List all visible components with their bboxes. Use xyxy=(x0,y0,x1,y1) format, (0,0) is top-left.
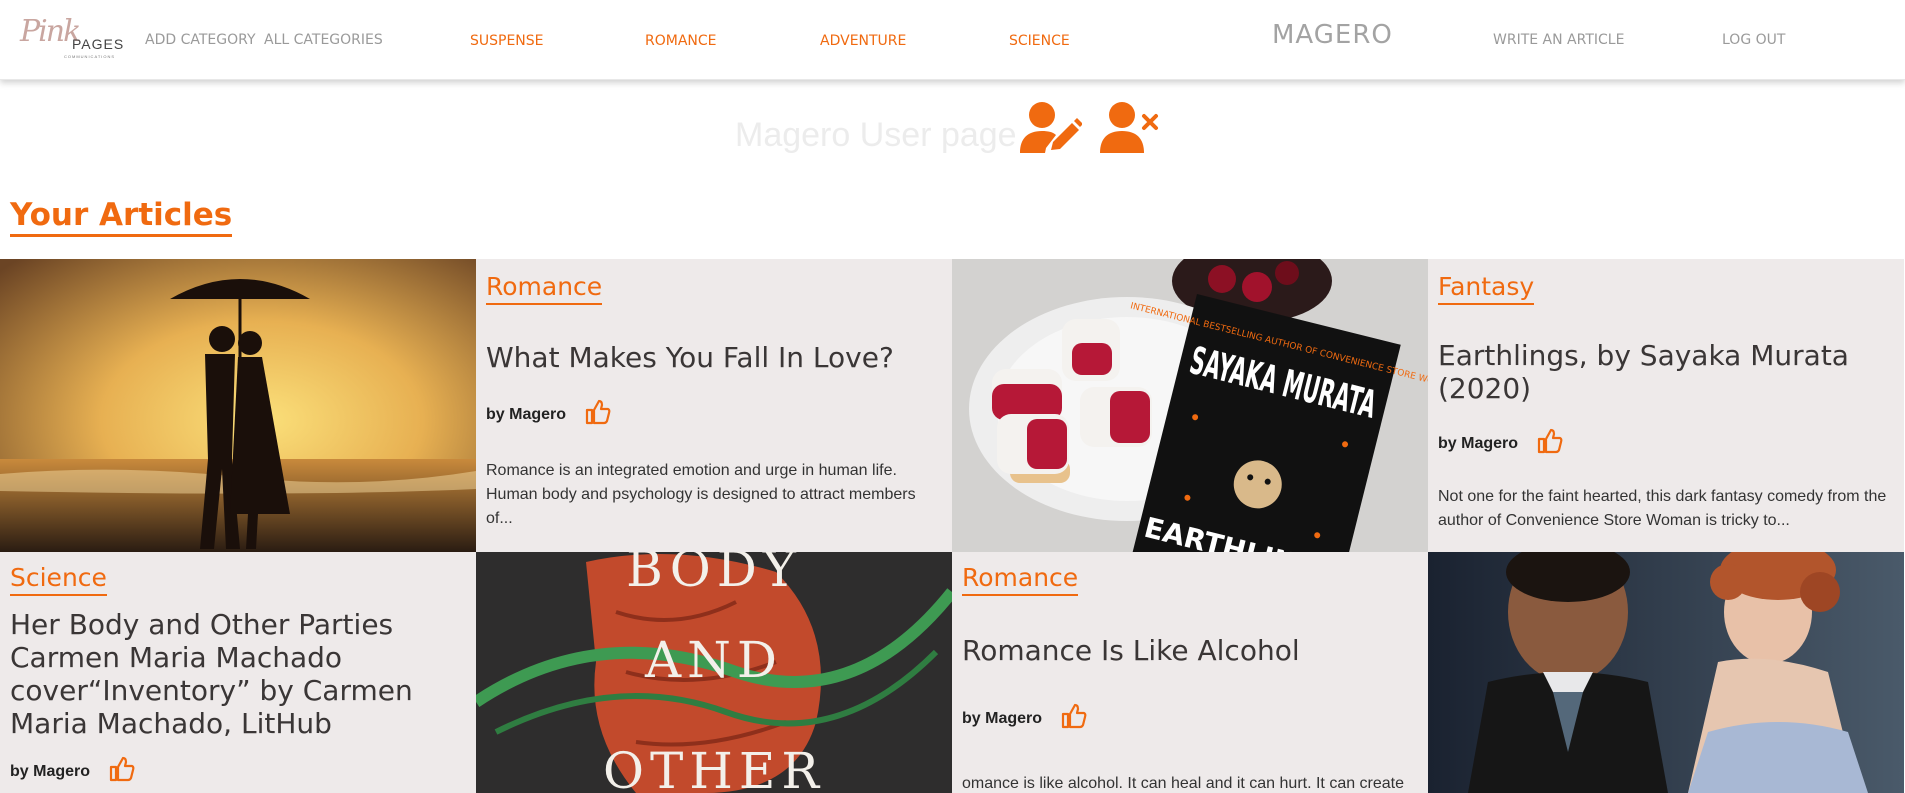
article-title[interactable]: Earthlings, by Sayaka Murata (2020) xyxy=(1438,339,1888,405)
site-logo[interactable]: Pink PAGES COMMUNICATIONS xyxy=(20,14,130,60)
book-cover-text: OTHER xyxy=(603,742,825,793)
article-category-link[interactable]: Science xyxy=(10,562,107,596)
article-author: by Magero xyxy=(962,710,1043,727)
article-image-couple[interactable] xyxy=(0,259,476,552)
brand-name[interactable]: MAGERO xyxy=(1272,20,1393,50)
article-author: by Magero xyxy=(10,763,91,780)
article-title[interactable]: Her Body and Other Parties Carmen Maria … xyxy=(10,608,460,740)
article-excerpt: omance is like alcohol. It can heal and … xyxy=(962,775,1405,792)
like-icon[interactable] xyxy=(108,755,136,783)
article-card-2[interactable]: Fantasy Earthlings, by Sayaka Murata (20… xyxy=(1428,259,1904,552)
nav-category-suspense[interactable]: SUSPENSE xyxy=(470,33,544,49)
article-category-link[interactable]: Romance xyxy=(486,271,603,305)
book-cover-text: AND xyxy=(644,631,783,689)
nav-category-adventure[interactable]: ADVENTURE xyxy=(820,33,906,49)
nav-category-romance[interactable]: ROMANCE xyxy=(645,33,717,49)
article-card-3[interactable]: Science Her Body and Other Parties Carme… xyxy=(0,552,476,793)
article-image-her-body[interactable]: BODY AND OTHER xyxy=(476,552,952,793)
user-page-title: Magero User page xyxy=(735,116,1017,154)
article-author: by Magero xyxy=(486,406,567,423)
all-categories-link[interactable]: ALL CATEGORIES xyxy=(264,32,383,48)
article-category-link[interactable]: Romance xyxy=(962,562,1079,596)
like-icon[interactable] xyxy=(1536,427,1564,455)
article-image-earthlings[interactable]: INTERNATIONAL BESTSELLING AUTHOR OF CONV… xyxy=(952,259,1428,552)
articles-grid: Romance What Makes You Fall In Love? by … xyxy=(0,259,1905,793)
article-excerpt: Not one for the faint hearted, this dark… xyxy=(1438,488,1887,529)
your-articles-heading: Your Articles xyxy=(10,196,233,237)
logo-tagline: COMMUNICATIONS xyxy=(64,54,116,59)
article-card-1[interactable]: Romance What Makes You Fall In Love? by … xyxy=(476,259,952,552)
add-category-link[interactable]: ADD CATEGORY xyxy=(145,32,256,48)
article-excerpt: Romance is an integrated emotion and urg… xyxy=(486,462,916,527)
book-cover-text: BODY xyxy=(626,552,802,598)
navbar: Pink PAGES COMMUNICATIONS ADD CATEGORY A… xyxy=(0,0,1905,80)
write-article-link[interactable]: WRITE AN ARTICLE xyxy=(1493,32,1624,48)
article-author: by Magero xyxy=(1438,435,1519,452)
article-title[interactable]: What Makes You Fall In Love? xyxy=(486,341,936,374)
article-title[interactable]: Romance Is Like Alcohol xyxy=(962,634,1412,667)
user-edit-icon[interactable] xyxy=(1018,100,1083,156)
like-icon[interactable] xyxy=(1060,702,1088,730)
logo-script: Pink xyxy=(20,14,81,49)
nav-category-science[interactable]: SCIENCE xyxy=(1009,33,1070,49)
article-category-link[interactable]: Fantasy xyxy=(1438,271,1535,305)
article-image-period-drama[interactable] xyxy=(1428,552,1904,793)
logo-word: PAGES xyxy=(72,36,125,52)
logout-link[interactable]: LOG OUT xyxy=(1722,32,1785,48)
article-card-4[interactable]: Romance Romance Is Like Alcohol by Mager… xyxy=(952,552,1428,793)
user-remove-icon[interactable] xyxy=(1098,100,1162,156)
like-icon[interactable] xyxy=(584,398,612,426)
